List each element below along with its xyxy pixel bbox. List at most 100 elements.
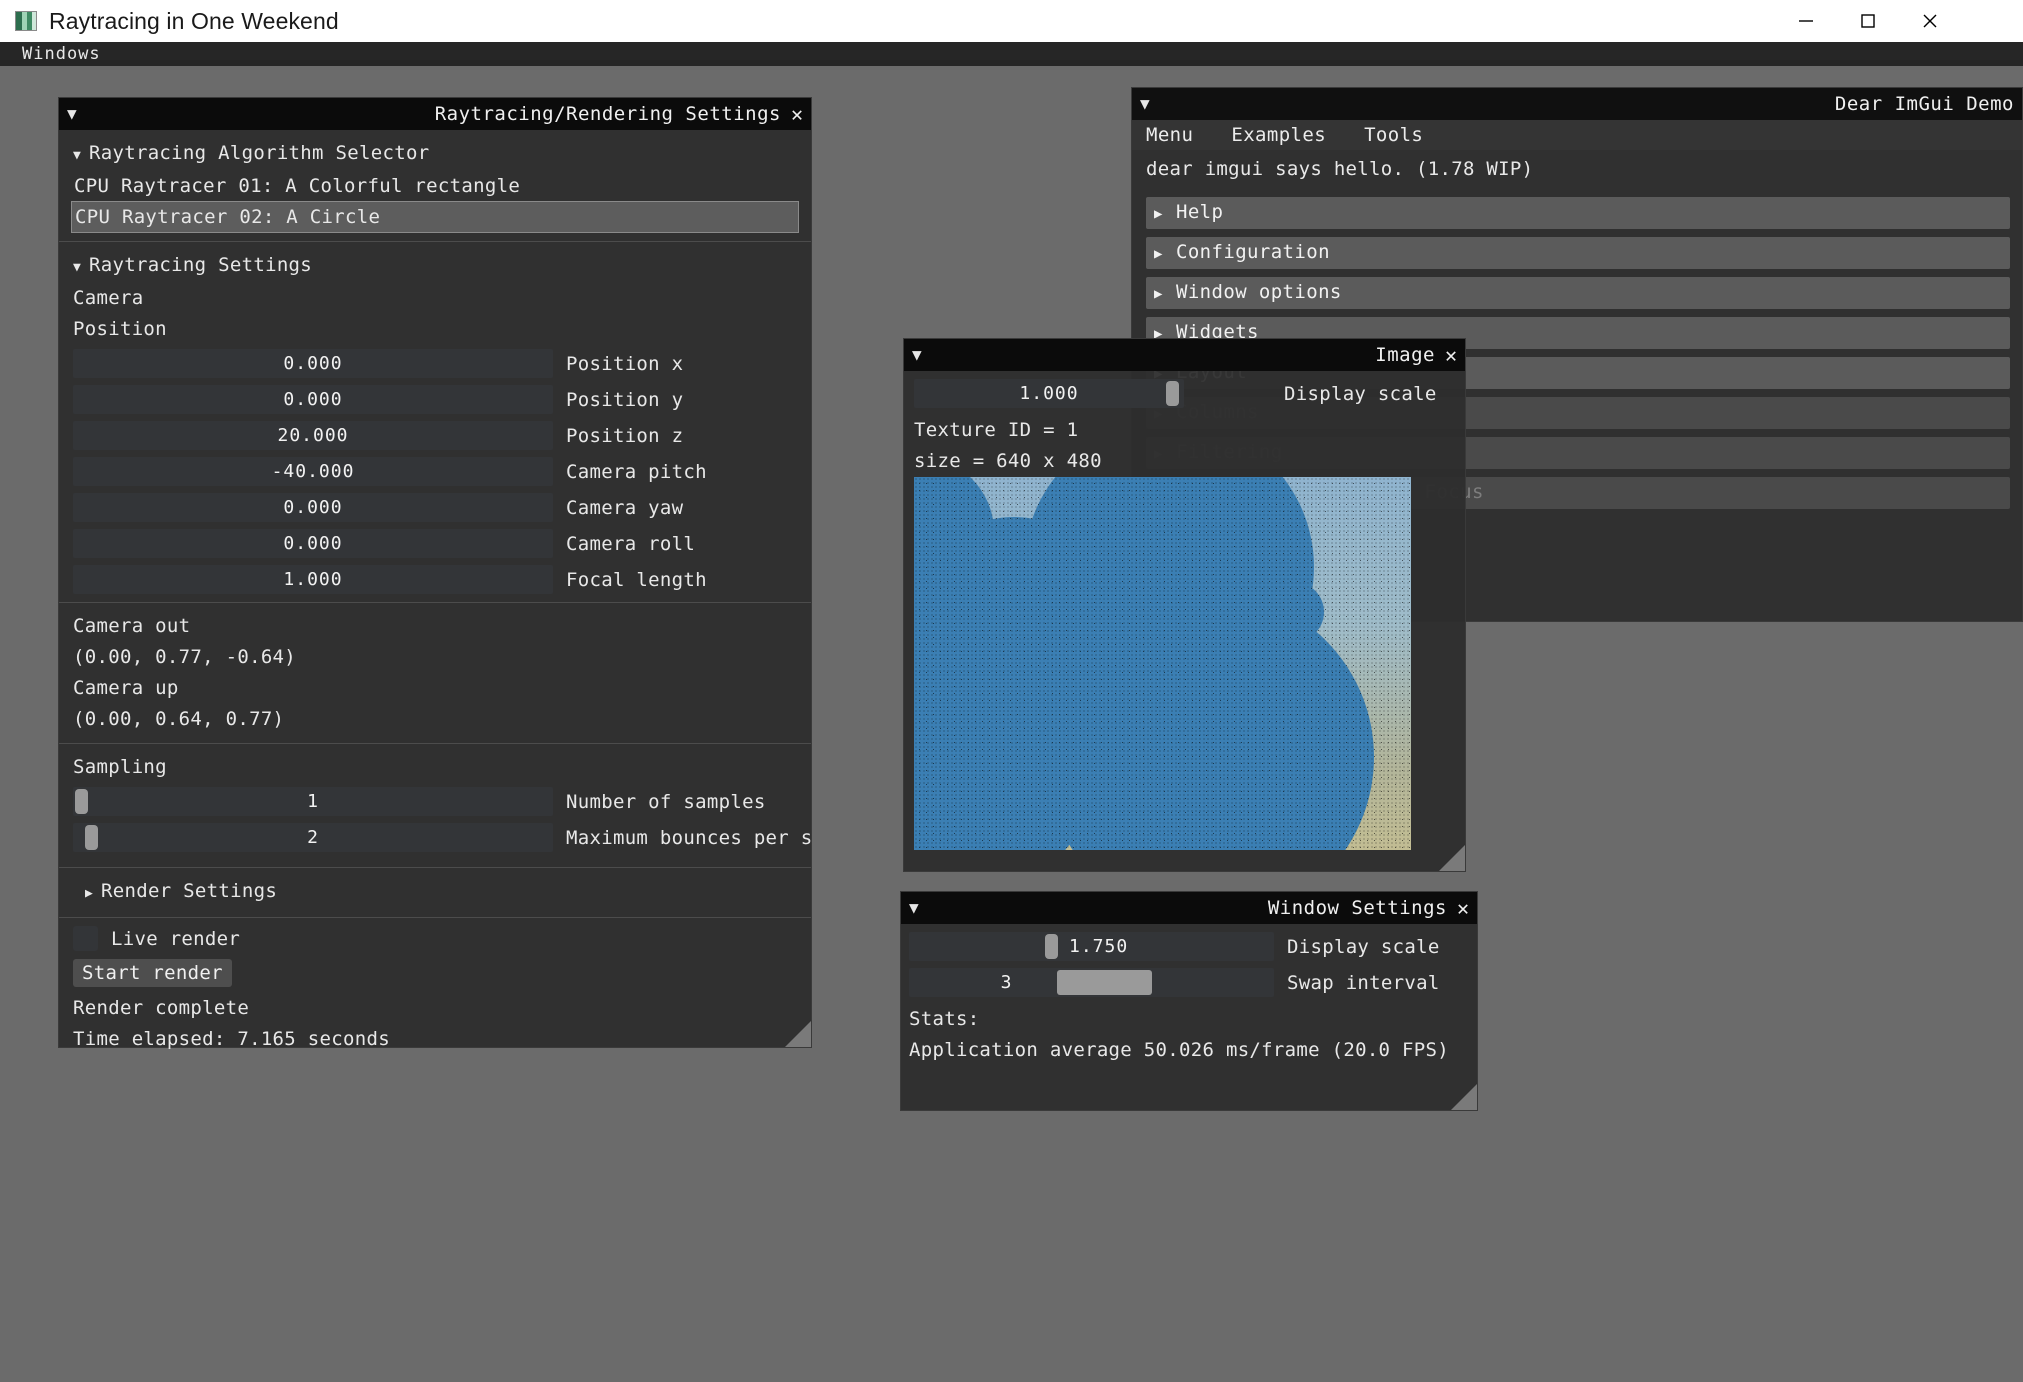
slider-value: 0.000 bbox=[283, 497, 343, 518]
slider-track[interactable]: -40.000 bbox=[73, 457, 553, 486]
slider-value: 0.000 bbox=[283, 389, 343, 410]
raytracing-settings-window: ▼ Raytracing/Rendering Settings ✕ ▼ Raytr… bbox=[58, 97, 813, 1050]
settings-title-bar[interactable]: ▼ Raytracing/Rendering Settings ✕ bbox=[59, 98, 811, 130]
slider-value: 1.000 bbox=[1019, 383, 1079, 404]
resize-grip[interactable] bbox=[1439, 845, 1465, 871]
image-window: ▼ Image ✕ 1.000 Display scale Texture ID… bbox=[903, 338, 1466, 872]
slider-camera-roll[interactable]: 0.000 Camera roll bbox=[73, 529, 799, 558]
menu-item-windows[interactable]: Windows bbox=[22, 44, 101, 64]
divider bbox=[59, 602, 811, 603]
slider-focal-length[interactable]: 1.000 Focal length bbox=[73, 565, 799, 594]
slider-track[interactable]: 3 bbox=[909, 968, 1274, 997]
texture-id-text: Texture ID = 1 bbox=[914, 419, 1079, 441]
collapse-arrow-icon[interactable]: ▼ bbox=[67, 106, 77, 122]
slider-track[interactable]: 20.000 bbox=[73, 421, 553, 450]
slider-value: 20.000 bbox=[277, 425, 349, 446]
os-window-title: Raytracing in One Weekend bbox=[49, 7, 339, 34]
raytracing-settings-header[interactable]: ▼ Raytracing Settings bbox=[73, 250, 799, 283]
settings-window-title: Raytracing/Rendering Settings bbox=[434, 103, 781, 125]
slider-position-x[interactable]: 0.000 Position x bbox=[73, 349, 799, 378]
image-close-icon[interactable]: ✕ bbox=[1445, 345, 1457, 365]
start-render-button[interactable]: Start render bbox=[73, 959, 232, 987]
slider-label: Display scale bbox=[1287, 935, 1440, 958]
slider-value: 1.750 bbox=[1069, 936, 1129, 957]
chevron-right-icon: ▶ bbox=[1154, 246, 1163, 262]
close-icon bbox=[1923, 14, 1937, 28]
maximize-button[interactable] bbox=[1837, 0, 1899, 42]
demo-menu-examples[interactable]: Examples bbox=[1231, 124, 1326, 146]
live-render-row[interactable]: Live render bbox=[73, 926, 799, 951]
slider-label: Swap interval bbox=[1287, 971, 1440, 994]
divider bbox=[59, 241, 811, 242]
algorithm-selector-header[interactable]: ▼ Raytracing Algorithm Selector bbox=[73, 138, 799, 171]
chevron-right-icon: ▶ bbox=[1154, 206, 1163, 222]
chevron-right-icon: ▶ bbox=[1154, 286, 1163, 302]
slider-maximum-bounces[interactable]: 2 Maximum bounces per sample bbox=[73, 823, 813, 852]
render-status-text: Render complete bbox=[73, 997, 250, 1019]
camera-up-label: Camera up bbox=[73, 677, 179, 699]
window-settings-title-bar[interactable]: ▼ Window Settings ✕ bbox=[901, 892, 1477, 924]
rendered-image-preview bbox=[914, 477, 1411, 850]
slider-track[interactable]: 1 bbox=[73, 787, 553, 816]
render-noise-overlay bbox=[914, 477, 1411, 850]
demo-header-window-options[interactable]: ▶ Window options bbox=[1146, 277, 2010, 309]
window-settings-window: ▼ Window Settings ✕ 1.750 Display scale … bbox=[900, 891, 1478, 1111]
demo-menu-tools[interactable]: Tools bbox=[1364, 124, 1423, 146]
algorithm-option-01[interactable]: CPU Raytracer 01: A Colorful rectangle bbox=[73, 171, 799, 201]
demo-title-bar[interactable]: ▼ Dear ImGui Demo bbox=[1132, 88, 2022, 120]
slider-label: Position z bbox=[566, 424, 684, 447]
stats-label: Stats: bbox=[909, 1008, 980, 1030]
slider-track[interactable]: 1.000 bbox=[914, 379, 1184, 408]
slider-label: Display scale bbox=[1284, 382, 1437, 405]
slider-track[interactable]: 1.750 bbox=[909, 932, 1274, 961]
slider-track[interactable]: 1.000 bbox=[73, 565, 553, 594]
algorithm-option-02[interactable]: CPU Raytracer 02: A Circle bbox=[71, 201, 799, 233]
slider-track[interactable]: 0.000 bbox=[73, 385, 553, 414]
render-time-text: Time elapsed: 7.165 seconds bbox=[73, 1028, 390, 1050]
collapse-arrow-icon[interactable]: ▼ bbox=[1140, 96, 1150, 112]
collapse-arrow-icon[interactable]: ▼ bbox=[912, 347, 922, 363]
close-button[interactable] bbox=[1899, 0, 1961, 42]
divider bbox=[59, 743, 811, 744]
chevron-down-icon: ▼ bbox=[73, 148, 82, 163]
image-title-bar[interactable]: ▼ Image ✕ bbox=[904, 339, 1465, 371]
slider-value: 1.000 bbox=[283, 569, 343, 590]
slider-track[interactable]: 0.000 bbox=[73, 529, 553, 558]
slider-camera-yaw[interactable]: 0.000 Camera yaw bbox=[73, 493, 799, 522]
window-settings-body: 1.750 Display scale 3 Swap interval Stat… bbox=[901, 924, 1477, 1066]
resize-grip[interactable] bbox=[785, 1021, 811, 1047]
demo-header-configuration[interactable]: ▶ Configuration bbox=[1146, 237, 2010, 269]
slider-value: 0.000 bbox=[283, 533, 343, 554]
render-settings-header[interactable]: ▶ Render Settings bbox=[73, 876, 799, 909]
slider-image-display-scale[interactable]: 1.000 Display scale bbox=[914, 379, 1455, 408]
image-body: 1.000 Display scale Texture ID = 1 size … bbox=[904, 371, 1465, 850]
camera-out-value: (0.00, 0.77, -0.64) bbox=[73, 646, 297, 668]
slider-number-of-samples[interactable]: 1 Number of samples bbox=[73, 787, 813, 816]
demo-header-help[interactable]: ▶ Help bbox=[1146, 197, 2010, 229]
slider-track[interactable]: 0.000 bbox=[73, 349, 553, 378]
slider-track[interactable]: 2 bbox=[73, 823, 553, 852]
divider bbox=[59, 917, 811, 918]
imgui-viewport: ▼ Raytracing/Rendering Settings ✕ ▼ Raytr… bbox=[0, 66, 2023, 1382]
slider-label: Camera yaw bbox=[566, 496, 684, 519]
sampling-label: Sampling bbox=[73, 756, 167, 778]
slider-swap-interval[interactable]: 3 Swap interval bbox=[909, 968, 1467, 997]
camera-out-label: Camera out bbox=[73, 615, 191, 637]
slider-value: 3 bbox=[1000, 972, 1013, 993]
resize-grip[interactable] bbox=[1451, 1084, 1477, 1110]
live-render-checkbox[interactable] bbox=[73, 926, 98, 951]
demo-menu-menu[interactable]: Menu bbox=[1146, 124, 1193, 146]
slider-position-y[interactable]: 0.000 Position y bbox=[73, 385, 799, 414]
window-settings-close-icon[interactable]: ✕ bbox=[1457, 898, 1469, 918]
settings-close-icon[interactable]: ✕ bbox=[791, 104, 803, 124]
slider-track[interactable]: 0.000 bbox=[73, 493, 553, 522]
slider-window-display-scale[interactable]: 1.750 Display scale bbox=[909, 932, 1467, 961]
camera-sliders-group: 0.000 Position x 0.000 Position y 20.000 bbox=[73, 349, 799, 594]
demo-menu-bar: Menu Examples Tools bbox=[1132, 120, 2022, 150]
collapse-arrow-icon[interactable]: ▼ bbox=[909, 900, 919, 916]
maximize-icon bbox=[1861, 14, 1875, 28]
slider-camera-pitch[interactable]: -40.000 Camera pitch bbox=[73, 457, 799, 486]
slider-position-z[interactable]: 20.000 Position z bbox=[73, 421, 799, 450]
minimize-button[interactable] bbox=[1775, 0, 1837, 42]
